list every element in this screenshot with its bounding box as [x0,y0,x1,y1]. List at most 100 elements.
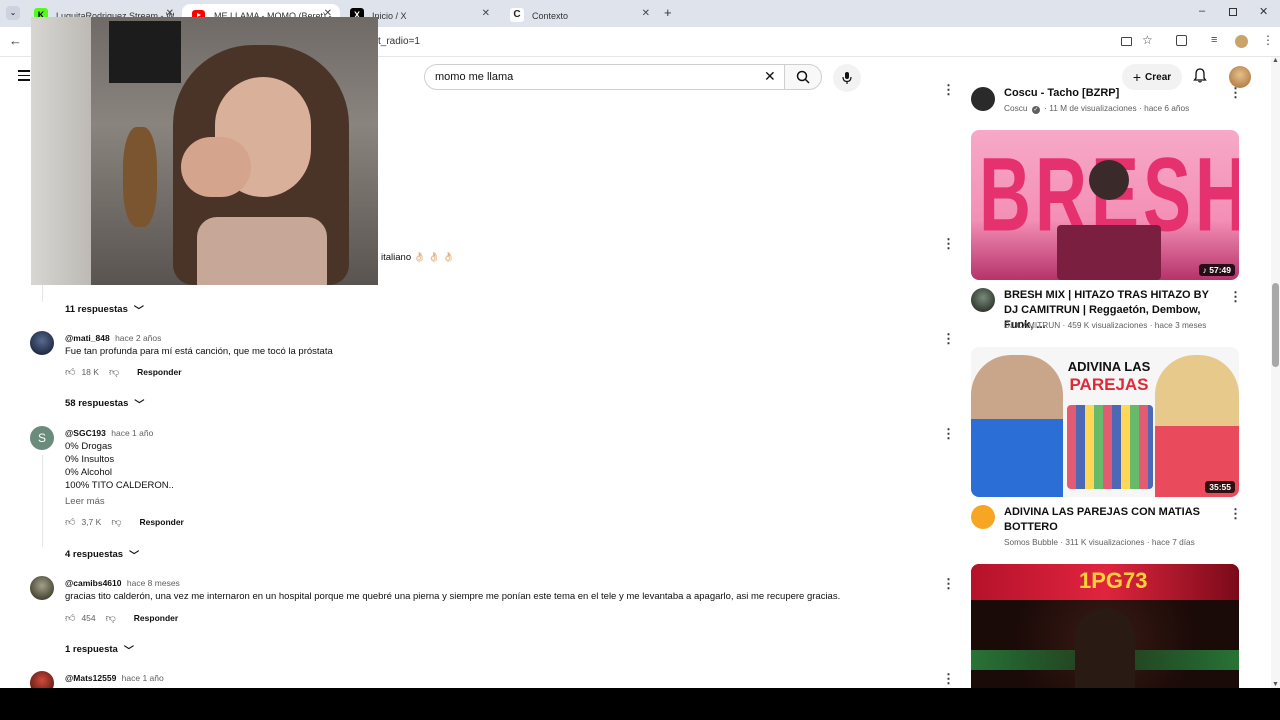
video-more-icon[interactable]: ⋮ [1229,506,1242,522]
reply-button[interactable]: Responder [137,367,181,377]
channel-avatar[interactable] [971,505,995,529]
back-arrow-icon[interactable]: ← [9,33,22,48]
dj-booth [1057,225,1161,280]
channel-avatar[interactable] [971,288,995,312]
comment-text: gracias tito calderón, una vez me intern… [65,591,841,602]
comment-author[interactable]: @mati_848 [65,333,110,343]
host-right-figure [1155,355,1239,497]
extensions-icon[interactable] [1176,35,1187,46]
replies-toggle[interactable]: 1 respuesta ﹀ [65,642,134,657]
profile-avatar[interactable] [1235,35,1248,48]
person-top [197,217,327,285]
page-scrollbar[interactable]: ▲ ▼ [1271,57,1280,688]
hamburger-menu-icon[interactable] [18,70,30,81]
browser-menu-icon[interactable]: ⋮ [1262,33,1274,47]
related-video[interactable]: ADIVINA LAS PAREJAS 35:55 ADIVINA LAS PA… [971,347,1242,552]
comment-text-line: 0% Drogas [65,441,112,452]
host-left-figure [971,355,1063,497]
video-more-icon[interactable]: ⋮ [942,82,955,98]
url-text[interactable]: t_radio=1 [378,36,420,47]
tab-contexto[interactable]: C Contexto ✕ [500,4,658,27]
microphone-icon [842,72,852,84]
search-input[interactable]: momo me llama ✕ [424,64,784,90]
channel-name[interactable]: Somos Bubble [1004,537,1058,547]
duration-text: 57:49 [1209,265,1231,275]
replies-label: 58 respuestas [65,398,129,409]
restore-icon[interactable] [1229,8,1237,16]
comment-more-icon[interactable]: ⋮ [942,671,955,687]
channel-name[interactable]: Coscu [1004,103,1028,113]
comment-header: @Mats12559 hace 1 año [65,673,164,683]
comment-time[interactable]: hace 1 año [111,428,153,438]
tab-title: Contexto [532,10,569,21]
scrollbar-thumb[interactable] [1272,283,1279,367]
reply-button[interactable]: Responder [139,517,183,527]
dislike-icon[interactable]: 👎︎ [111,516,121,528]
video-thumbnail[interactable]: 1PG73 [971,564,1239,688]
wall-tv [109,21,181,83]
bottom-black-bar [0,688,1280,720]
video-more-icon[interactable]: ⋮ [1229,289,1242,305]
comment-author[interactable]: @Mats12559 [65,673,116,683]
video-title[interactable]: ADIVINA LAS PAREJAS CON MATIAS BOTTERO [1004,505,1224,535]
comment-time[interactable]: hace 2 años [115,333,161,343]
avatar[interactable] [30,576,54,600]
related-video[interactable]: Coscu - Tacho [BZRP] Coscu ✓ · 11 M de v… [971,85,1239,115]
replies-toggle[interactable]: 58 respuestas ﹀ [65,396,144,411]
search-button[interactable] [784,64,822,90]
comment-more-icon[interactable]: ⋮ [942,331,955,347]
thread-line [42,455,43,547]
close-tab-icon[interactable]: ✕ [482,8,490,19]
video-title[interactable]: Coscu - Tacho [BZRP] [1004,86,1224,101]
like-count: 3,7 K [81,517,102,527]
comment-actions: 👍︎ 18 K 👎︎ Responder [65,366,182,378]
reply-button[interactable]: Responder [134,613,178,623]
bookmark-star-icon[interactable]: ☆ [1142,33,1153,47]
comment-more-icon[interactable]: ⋮ [942,236,955,252]
avatar[interactable]: S [30,426,54,450]
close-tab-icon[interactable]: ✕ [642,8,650,19]
close-window-icon[interactable]: ✕ [1259,5,1268,18]
minimize-icon[interactable]: – [1199,5,1205,17]
comment-author[interactable]: @camibs4610 [65,578,122,588]
related-video[interactable]: 1PG73 [971,564,1239,688]
video-thumbnail[interactable]: BRESH ♪ 57:49 [971,130,1239,280]
chevron-down-icon: ﹀ [123,646,134,657]
avatar[interactable] [30,331,54,355]
media-controls-icon[interactable]: ≡ [1211,34,1217,46]
comment-time[interactable]: hace 1 año [122,673,164,683]
dislike-icon[interactable]: 👎︎ [109,366,119,378]
install-app-icon[interactable] [1121,37,1132,46]
voice-search-button[interactable] [833,64,861,92]
webcam-overlay [31,17,378,285]
video-duration: ♪ 57:49 [1198,264,1235,276]
contexto-favicon-icon: C [510,8,524,22]
read-more-link[interactable]: Leer más [65,495,105,509]
related-video[interactable]: BRESH ♪ 57:49 BRESH MIX | HITAZO TRAS HI… [971,130,1242,335]
comment-more-icon[interactable]: ⋮ [942,576,955,592]
tab-list-chevron-icon[interactable]: ⌄ [6,6,20,20]
video-thumbnail[interactable]: ADIVINA LAS PAREJAS 35:55 [971,347,1239,497]
view-count: 459 K visualizaciones [1067,320,1148,330]
replies-label: 1 respuesta [65,644,118,655]
replies-toggle[interactable]: 4 respuestas ﹀ [65,547,139,562]
like-count: 454 [81,613,96,623]
channel-avatar[interactable] [971,87,995,111]
scroll-up-arrow-icon[interactable]: ▲ [1271,57,1280,64]
comment-more-icon[interactable]: ⋮ [942,426,955,442]
comment-time[interactable]: hace 8 meses [127,578,180,588]
comment-actions: 👍︎ 3,7 K 👎︎ Responder [65,516,184,528]
new-tab-button[interactable]: + [664,5,672,20]
scroll-down-arrow-icon[interactable]: ▼ [1271,681,1280,688]
like-icon[interactable]: 👍︎ [65,366,75,378]
channel-name[interactable]: DJ CAMITRUN [1004,320,1060,330]
video-more-icon[interactable]: ⋮ [1229,85,1239,101]
replies-toggle[interactable]: 11 respuestas ﹀ [65,302,144,317]
dislike-icon[interactable]: 👎︎ [106,612,116,624]
like-icon[interactable]: 👍︎ [65,612,75,624]
clear-search-icon[interactable]: ✕ [764,68,776,85]
comment-author[interactable]: @SGC193 [65,428,106,438]
like-icon[interactable]: 👍︎ [65,516,75,528]
comment-text-line: 100% TITO CALDERON.. [65,480,174,491]
replies-label: 4 respuestas [65,549,124,560]
